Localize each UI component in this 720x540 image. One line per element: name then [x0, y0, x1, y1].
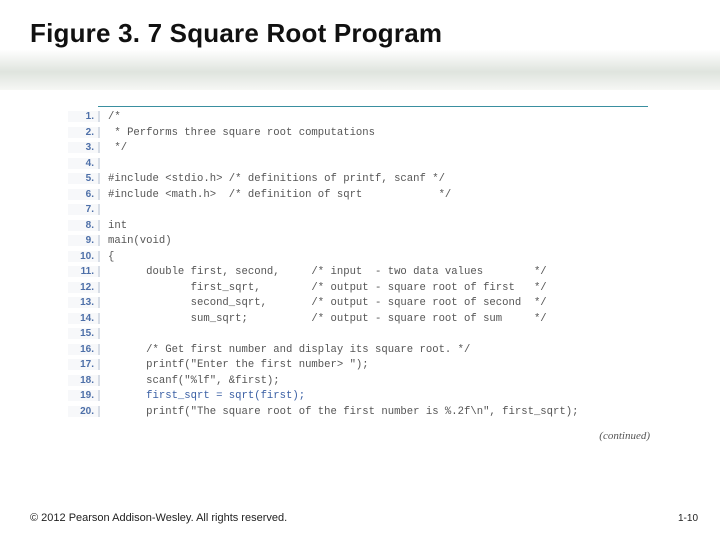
line-number: 6. [68, 189, 100, 200]
line-number: 10. [68, 251, 100, 262]
figure-number: Figure 3. 7 [30, 18, 162, 48]
code-text: printf("Enter the first number> "); [108, 359, 369, 371]
line-number: 15. [68, 328, 100, 339]
slide: Figure 3. 7 Square Root Program 1. /* 2. *… [0, 0, 720, 540]
code-row: 8. int [68, 220, 658, 236]
code-row: 16. /* Get first number and display its … [68, 344, 658, 360]
code-text: main(void) [108, 235, 172, 247]
code-text: /* [108, 111, 121, 123]
code-row: 5. #include <stdio.h> /* definitions of p… [68, 173, 658, 189]
figure-caption: Square Root Program [162, 18, 442, 48]
code-row: 7. [68, 204, 658, 220]
code-row: 1. /* [68, 111, 658, 127]
line-number: 14. [68, 313, 100, 324]
page-number: 1-10 [678, 513, 698, 524]
code-row: 15. [68, 328, 658, 344]
code-row: 9. main(void) [68, 235, 658, 251]
code-row: 19. first_sqrt = sqrt(first); [68, 390, 658, 406]
line-number: 13. [68, 297, 100, 308]
line-number: 2. [68, 127, 100, 138]
line-number: 4. [68, 158, 100, 169]
code-text: #include <stdio.h> /* definitions of pri… [108, 173, 445, 185]
code-row: 18. scanf("%lf", &first); [68, 375, 658, 391]
code-text: * Performs three square root computation… [108, 127, 375, 139]
code-row: 13. second_sqrt, /* output - square root… [68, 297, 658, 313]
code-text: /* Get first number and display its squa… [108, 344, 470, 356]
line-number: 3. [68, 142, 100, 153]
continued-label: (continued) [599, 430, 650, 442]
code-row: 17. printf("Enter the first number> "); [68, 359, 658, 375]
code-text: first_sqrt = sqrt(first); [108, 390, 305, 402]
code-text: sum_sqrt; /* output - square root of sum… [108, 313, 547, 325]
code-text: scanf("%lf", &first); [108, 375, 280, 387]
code-text: int [108, 220, 127, 232]
line-number: 8. [68, 220, 100, 231]
line-number: 11. [68, 266, 100, 277]
code-row: 6. #include <math.h> /* definition of sqr… [68, 189, 658, 205]
top-rule [98, 106, 648, 107]
line-number: 7. [68, 204, 100, 215]
code-text: */ [108, 142, 127, 154]
copyright-footer: © 2012 Pearson Addison-Wesley. All right… [30, 512, 287, 524]
code-text: first_sqrt, /* output - square root of f… [108, 282, 547, 294]
code-text: second_sqrt, /* output - square root of … [108, 297, 547, 309]
code-row: 3. */ [68, 142, 658, 158]
line-number: 12. [68, 282, 100, 293]
figure-title: Figure 3. 7 Square Root Program [30, 18, 442, 49]
code-row: 10. { [68, 251, 658, 267]
code-text: printf("The square root of the first num… [108, 406, 578, 418]
line-number: 17. [68, 359, 100, 370]
code-text: double first, second, /* input - two dat… [108, 266, 547, 278]
code-row: 14. sum_sqrt; /* output - square root of… [68, 313, 658, 329]
code-row: 20. printf("The square root of the first… [68, 406, 658, 422]
code-text: { [108, 251, 114, 263]
code-text: #include <math.h> /* definition of sqrt … [108, 189, 451, 201]
code-row: 2. * Performs three square root computat… [68, 127, 658, 143]
line-number: 20. [68, 406, 100, 417]
code-row: 11. double first, second, /* input - two… [68, 266, 658, 282]
line-number: 5. [68, 173, 100, 184]
code-listing: 1. /* 2. * Performs three square root comp… [68, 106, 658, 421]
line-number: 1. [68, 111, 100, 122]
code-row: 4. [68, 158, 658, 174]
line-number: 9. [68, 235, 100, 246]
line-number: 16. [68, 344, 100, 355]
line-number: 18. [68, 375, 100, 386]
code-row: 12. first_sqrt, /* output - square root … [68, 282, 658, 298]
line-number: 19. [68, 390, 100, 401]
